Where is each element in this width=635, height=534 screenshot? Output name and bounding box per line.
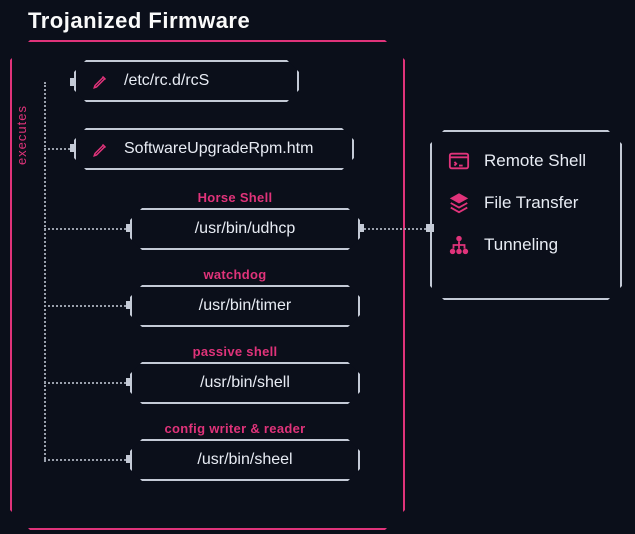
capability-label: Remote Shell <box>484 151 586 171</box>
capability-file-transfer: File Transfer <box>448 192 604 214</box>
pencil-icon <box>92 72 110 90</box>
card-subtitle-passive-shell: passive shell <box>165 344 305 359</box>
card-subtitle-config-writer: config writer & reader <box>135 421 335 436</box>
connector-h-6 <box>44 459 130 461</box>
card-timer: /usr/bin/timer <box>130 285 360 327</box>
card-label: /usr/bin/shell <box>200 374 290 392</box>
card-rcS: /etc/rc.d/rcS <box>74 60 299 102</box>
card-software-upgrade: SoftwareUpgradeRpm.htm <box>74 128 354 170</box>
layers-icon <box>448 192 470 214</box>
card-sheel: /usr/bin/sheel <box>130 439 360 481</box>
terminal-icon <box>448 150 470 172</box>
connector-h-4 <box>44 305 130 307</box>
capability-remote-shell: Remote Shell <box>448 150 604 172</box>
connector-h-3 <box>44 228 130 230</box>
connector-h-5 <box>44 382 130 384</box>
diagram-title: Trojanized Firmware <box>28 8 250 34</box>
capability-label: File Transfer <box>484 193 578 213</box>
card-udhcp: /usr/bin/udhcp <box>130 208 360 250</box>
card-label: /usr/bin/sheel <box>197 451 292 469</box>
card-label: /usr/bin/timer <box>199 297 291 315</box>
card-subtitle-horse-shell: Horse Shell <box>165 190 305 205</box>
capability-label: Tunneling <box>484 235 558 255</box>
connector-right <box>360 228 430 230</box>
card-label: /usr/bin/udhcp <box>195 220 296 238</box>
capability-tunneling: Tunneling <box>448 234 604 256</box>
executes-label: executes <box>14 105 29 165</box>
card-subtitle-watchdog: watchdog <box>165 267 305 282</box>
pencil-icon <box>92 140 110 158</box>
capabilities-panel: Remote Shell File Transfer Tunneling <box>430 130 622 300</box>
hierarchy-icon <box>448 234 470 256</box>
card-shell: /usr/bin/shell <box>130 362 360 404</box>
connector-vertical-main <box>44 82 46 462</box>
card-label: /etc/rc.d/rcS <box>124 72 209 90</box>
card-label: SoftwareUpgradeRpm.htm <box>124 140 313 158</box>
